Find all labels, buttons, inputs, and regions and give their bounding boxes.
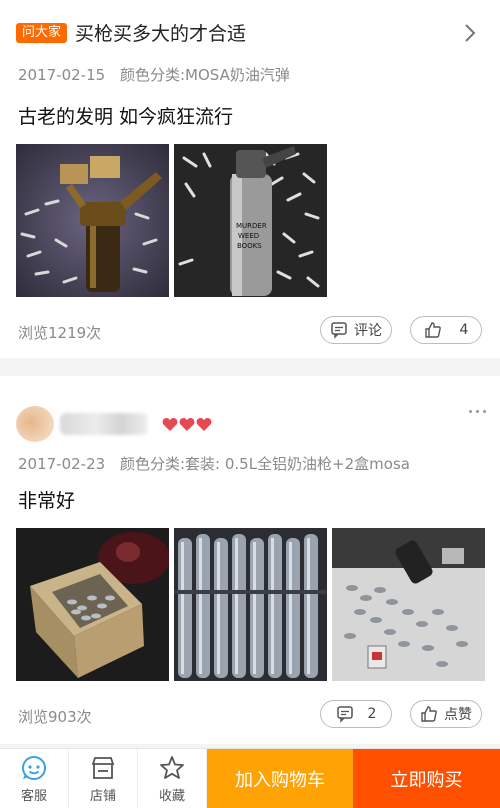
- shop-label: 店铺: [89, 789, 116, 804]
- chevron-right-icon[interactable]: [458, 22, 480, 44]
- review-variant: 颜色分类:套装: 0.5L全铝奶油枪+2盒mosa: [119, 455, 410, 473]
- customer-service-button[interactable]: 客服: [0, 749, 69, 808]
- comment-button[interactable]: 评论: [320, 316, 392, 344]
- comment-icon: [336, 706, 353, 723]
- heart-icon: [162, 417, 178, 431]
- more-options-icon[interactable]: [469, 410, 486, 413]
- bottom-action-bar: 客服 店铺 收藏 加入购物车 立即购买: [0, 748, 500, 808]
- review-meta: 2017-02-15 颜色分类:MOSA奶油汽弹: [18, 64, 290, 85]
- heart-icon: [196, 417, 212, 431]
- review-photo[interactable]: [16, 144, 169, 297]
- add-to-cart-button[interactable]: 加入购物车: [207, 749, 353, 808]
- photo-label-line2: WEED: [238, 232, 259, 240]
- shop-button[interactable]: 店铺: [69, 749, 138, 808]
- photo-label-line1: MURDER: [236, 222, 267, 230]
- comment-count: 2: [367, 706, 377, 722]
- ask-everyone-badge: 问大家: [16, 22, 68, 43]
- reviewer-info: [16, 404, 212, 444]
- review-text: 非常好: [18, 490, 76, 512]
- like-count: 4: [459, 322, 469, 338]
- customer-service-icon: [22, 756, 46, 780]
- buy-now-button[interactable]: 立即购买: [353, 749, 500, 808]
- like-label: 点赞: [444, 707, 472, 723]
- ask-question-text: 买枪买多大的才合适: [75, 23, 247, 45]
- review-photo[interactable]: [332, 528, 485, 681]
- like-button[interactable]: 4: [410, 316, 482, 344]
- ask-everyone-bar[interactable]: 问大家 买枪买多大的才合适: [0, 0, 500, 66]
- view-count: 浏览903次: [18, 708, 92, 726]
- favorite-label: 收藏: [158, 789, 185, 804]
- review-date: 2017-02-15: [18, 66, 106, 84]
- reviewer-level-hearts: [162, 417, 212, 432]
- review-variant: 颜色分类:MOSA奶油汽弹: [119, 66, 290, 84]
- comment-label: 评论: [354, 323, 382, 339]
- favorite-button[interactable]: 收藏: [138, 749, 207, 808]
- review-photo[interactable]: [174, 528, 327, 681]
- photo-label-line3: BOOKS: [237, 242, 262, 250]
- comment-icon: [331, 322, 347, 339]
- reviewer-name-blurred: [60, 413, 148, 435]
- like-button[interactable]: 点赞: [410, 700, 482, 728]
- review-card: 2017-02-15 颜色分类:MOSA奶油汽弹 古老的发明 如今疯狂流行 MU…: [0, 60, 500, 358]
- heart-icon: [179, 417, 195, 431]
- view-count: 浏览1219次: [18, 324, 102, 342]
- review-card: 2017-02-23 颜色分类:套装: 0.5L全铝奶油枪+2盒mosa 非常好: [0, 376, 500, 744]
- review-photo[interactable]: [16, 528, 169, 681]
- review-text: 古老的发明 如今疯狂流行: [18, 106, 234, 128]
- star-icon: [160, 756, 184, 779]
- comment-button[interactable]: 2: [320, 700, 392, 728]
- review-date: 2017-02-23: [18, 455, 106, 473]
- customer-service-label: 客服: [20, 789, 47, 804]
- review-photo[interactable]: MURDER WEED BOOKS: [174, 144, 327, 297]
- thumbs-up-icon: [421, 706, 437, 722]
- avatar: [16, 406, 54, 442]
- shop-icon: [91, 757, 115, 779]
- thumbs-up-icon: [424, 322, 441, 338]
- review-meta: 2017-02-23 颜色分类:套装: 0.5L全铝奶油枪+2盒mosa: [18, 453, 410, 474]
